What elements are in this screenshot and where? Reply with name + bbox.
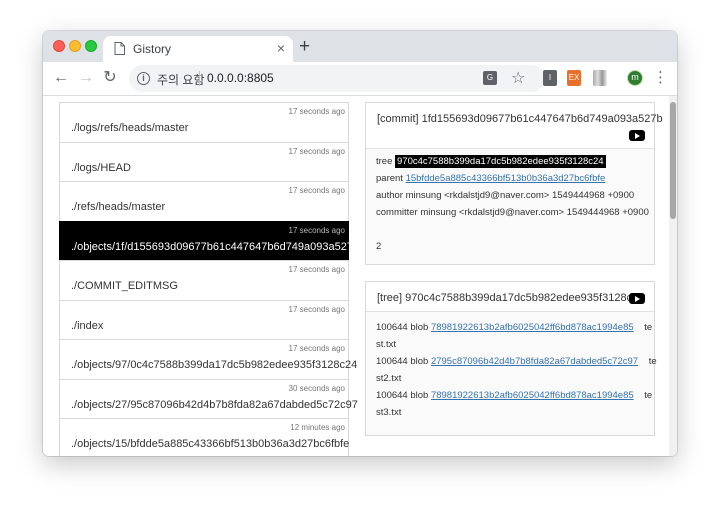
item-path: ./objects/15/bfdde5a885c43366bf513b0b36a… <box>71 438 350 450</box>
commit-message: 2 <box>376 241 382 252</box>
profile-avatar[interactable]: m <box>627 70 643 86</box>
list-item[interactable]: 17 seconds ago ./logs/refs/heads/master <box>59 102 349 142</box>
extension-barcode-icon[interactable] <box>593 70 607 86</box>
tab-title: Gistory <box>133 42 172 56</box>
item-time: 17 seconds ago <box>288 225 346 235</box>
entry-name: te <box>644 390 653 401</box>
entry-name-wrap: st3.txt <box>376 407 402 418</box>
divider <box>199 71 200 86</box>
list-item-selected[interactable]: 17 seconds ago ./objects/1f/d155693d0967… <box>59 220 359 260</box>
item-time: 12 minutes ago <box>290 423 345 432</box>
entry-mode: 100644 blob <box>376 356 429 367</box>
scrollbar-thumb[interactable] <box>670 102 676 219</box>
tree-title: [tree] 970c4c7588b399da17dc5b982edee935f… <box>377 292 645 304</box>
reload-icon[interactable]: ↻ <box>100 68 120 88</box>
commit-panel-header: [commit] 1fd155693d09677b61c447647b6d749… <box>366 103 663 149</box>
commit-panel: [commit] 1fd155693d09677b61c447647b6d749… <box>365 102 663 265</box>
tree-label: tree <box>376 156 393 167</box>
item-time: 17 seconds ago <box>288 304 346 314</box>
item-path: ./index <box>71 319 104 332</box>
item-time: 17 seconds ago <box>288 344 346 353</box>
translate-icon[interactable]: G <box>483 71 497 85</box>
minimize-window-button[interactable] <box>69 40 81 52</box>
browser-toolbar: ← → ↻ i 주의 요함 0.0.0.0:8805 G ☆ I EX m ⋮ <box>43 62 677 96</box>
extension-ex-icon[interactable]: EX <box>567 70 581 86</box>
back-arrow-icon[interactable]: ← <box>51 68 71 88</box>
page-icon <box>114 42 125 55</box>
tree-panel-header: [tree] 970c4c7588b399da17dc5b982edee935f… <box>366 282 654 312</box>
tree-body: 100644 blob 78981922613b2afb6025042ff6bd… <box>366 312 657 435</box>
item-path: ./objects/1f/d155693d09677b61c447647b6d7… <box>71 240 360 253</box>
tree-entry: 100644 blob 78981922613b2afb6025042ff6bd… <box>376 390 652 401</box>
entry-name-wrap: st.txt <box>376 339 397 350</box>
file-list: 17 seconds ago ./logs/refs/heads/master … <box>59 102 359 456</box>
committer-line: committer minsung <rkdalstjd9@naver.com>… <box>376 207 649 218</box>
info-icon[interactable]: i <box>137 72 150 85</box>
parent-line: parent 15bfdde5a885c43366bf513b0b36a3d27… <box>376 173 605 184</box>
commit-body: tree 970c4c7588b399da17dc5b982edee935f31… <box>366 149 654 265</box>
entry-name: te <box>644 322 653 333</box>
parent-label: parent <box>376 173 403 184</box>
entry-name: te <box>648 356 657 367</box>
entry-mode: 100644 blob <box>376 322 429 333</box>
address-bar[interactable]: i 주의 요함 0.0.0.0:8805 G ☆ <box>129 65 545 92</box>
item-time: 17 seconds ago <box>288 265 346 274</box>
play-icon[interactable] <box>629 293 645 304</box>
close-tab-icon[interactable]: × <box>277 40 285 56</box>
kebab-menu-icon[interactable]: ⋮ <box>653 69 668 87</box>
list-item[interactable]: 17 seconds ago ./index <box>59 299 349 339</box>
tree-panel: [tree] 970c4c7588b399da17dc5b982edee935f… <box>365 281 657 436</box>
new-tab-button[interactable]: + <box>299 36 310 58</box>
item-time: 17 seconds ago <box>288 107 346 116</box>
security-label: 주의 요함 <box>157 73 205 87</box>
entry-name-wrap: st2.txt <box>376 373 402 384</box>
item-time: 30 seconds ago <box>288 383 346 393</box>
item-time: 17 seconds ago <box>288 186 346 195</box>
browser-window: Gistory × + ← → ↻ i 주의 요함 0.0.0.0:8805 G… <box>43 31 677 456</box>
page-scrollbar[interactable] <box>669 96 677 456</box>
item-time: 17 seconds ago <box>288 146 346 156</box>
entry-hash-link[interactable]: 78981922613b2afb6025042ff6bd878ac1994e85 <box>431 322 634 333</box>
url-text[interactable]: 0.0.0.0:8805 <box>207 71 274 85</box>
page-content: 17 seconds ago ./logs/refs/heads/master … <box>43 96 677 456</box>
list-item[interactable]: 17 seconds ago ./objects/97/0c4c7588b399… <box>59 339 357 379</box>
forward-arrow-icon[interactable]: → <box>76 68 96 88</box>
title-bar: Gistory × + <box>43 31 677 62</box>
list-item[interactable]: 12 minutes ago ./objects/15/bfdde5a885c4… <box>59 418 349 456</box>
item-path: ./refs/heads/master <box>71 201 166 213</box>
tree-entry: 100644 blob 78981922613b2afb6025042ff6bd… <box>376 322 652 333</box>
item-path: ./objects/97/0c4c7588b399da17dc5b982edee… <box>71 359 358 371</box>
browser-tab[interactable]: Gistory × <box>103 36 293 62</box>
list-item[interactable]: 30 seconds ago ./objects/27/95c87096b42d… <box>59 378 358 418</box>
close-window-button[interactable] <box>53 40 65 52</box>
item-path: ./logs/HEAD <box>71 161 131 174</box>
commit-title: [commit] 1fd155693d09677b61c447647b6d749… <box>377 113 663 125</box>
bookmark-star-icon[interactable]: ☆ <box>511 68 525 88</box>
extension-i-icon[interactable]: I <box>543 70 557 86</box>
item-path: ./COMMIT_EDITMSG <box>71 280 178 292</box>
list-item[interactable]: 17 seconds ago ./logs/HEAD <box>59 141 349 181</box>
entry-hash-link[interactable]: 78981922613b2afb6025042ff6bd878ac1994e85 <box>431 390 634 401</box>
item-path: ./objects/27/95c87096b42d4b7b8fda82a67da… <box>71 398 358 411</box>
item-path: ./logs/refs/heads/master <box>71 122 189 134</box>
tree-line: tree 970c4c7588b399da17dc5b982edee935f31… <box>376 155 606 168</box>
maximize-window-button[interactable] <box>85 40 97 52</box>
play-icon[interactable] <box>629 130 645 141</box>
tree-hash[interactable]: 970c4c7588b399da17dc5b982edee935f3128c24 <box>395 155 606 168</box>
tree-entry: 100644 blob 2795c87096b42d4b7b8fda82a67d… <box>376 356 657 367</box>
parent-hash-link[interactable]: 15bfdde5a885c43366bf513b0b36a3d27bc6fbfe <box>406 173 606 184</box>
entry-hash-link[interactable]: 2795c87096b42d4b7b8fda82a67dabded5c72c97 <box>431 356 638 367</box>
list-item[interactable]: 17 seconds ago ./refs/heads/master <box>59 181 349 221</box>
author-line: author minsung <rkdalstjd9@naver.com> 15… <box>376 190 635 201</box>
list-item[interactable]: 17 seconds ago ./COMMIT_EDITMSG <box>59 260 349 300</box>
entry-mode: 100644 blob <box>376 390 429 401</box>
